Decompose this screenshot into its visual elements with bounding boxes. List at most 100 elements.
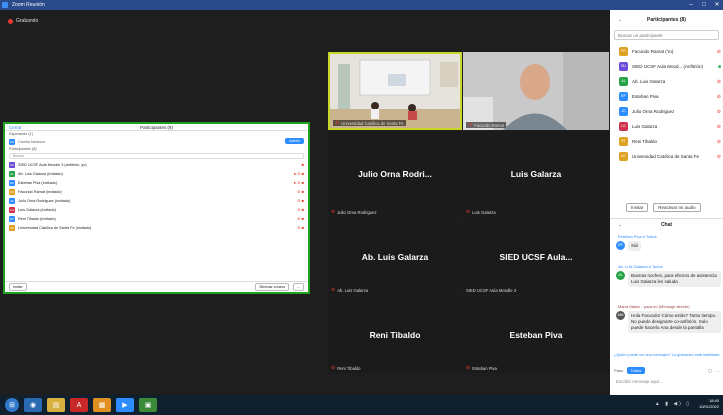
muted-mic-icon: ⊘ ■ (297, 216, 304, 221)
list-item[interactable]: UC Universidad Católica de Santa Fe (invi… (5, 223, 308, 232)
shared-search-input[interactable]: Buscar (9, 153, 304, 159)
video-tile[interactable]: Ab. Luis Galarza ⊘ Ab. Luis Galarza (328, 218, 462, 295)
list-item-label: Esteban Piva (632, 94, 659, 99)
chat-visibility-note[interactable]: ¿Quién puede ver sus mensajes? La grabac… (614, 353, 723, 357)
list-item-label: Reni Tibaldo (invitado) (18, 216, 56, 221)
video-tile-self[interactable]: ⊘ Facundo Ramat (463, 52, 609, 130)
list-item[interactable]: FR Facundo Ramat (Yo) ⊘ (610, 44, 723, 59)
chat-recipient-select[interactable]: Todos (626, 367, 646, 374)
list-item[interactable]: RT Reni Tibaldo (invitado) ⊘ ■ (5, 214, 308, 223)
list-item-label: Ab. Luis Galarza (632, 79, 666, 84)
participants-actions: Invitar Reactivar mi audio (610, 203, 723, 212)
participant-search-input[interactable]: Buscar un participante (614, 30, 719, 40)
shared-panel-title: Participantes (9) (140, 125, 173, 130)
muted-mic-icon: ● ⊘ ■ (293, 171, 304, 176)
avatar: CN (9, 138, 15, 145)
avatar: EP (9, 179, 15, 186)
shared-panel-close-link[interactable]: Cerrar (9, 124, 22, 131)
list-item[interactable]: FR Facundo Ramat (invitado) ⊘ ■ (5, 187, 308, 196)
video-icon: ■ (717, 63, 721, 70)
muted-mic-icon: ⊘ (716, 138, 721, 145)
list-item[interactable]: LG Luis Galarza ⊘ (610, 119, 723, 134)
list-item[interactable]: SU SIED UCSF Aula Mood... (Anfitrión) ■ (610, 59, 723, 74)
chat-title: Chat (660, 222, 673, 228)
video-tile-name: ⊘ Facundo Ramat (466, 122, 506, 128)
muted-mic-icon: ⊘ (466, 365, 471, 371)
avatar: EP (616, 241, 625, 250)
list-item-label: Reni Tibaldo (632, 139, 658, 144)
webcam-video-frame (463, 52, 609, 130)
more-options-button[interactable]: ... (293, 283, 304, 291)
avatar: LG (619, 122, 628, 131)
tile-display-name: Ab. Luis Galarza (361, 251, 429, 262)
list-item[interactable]: UC Universidad Católica de Santa Fe ⊘ (610, 149, 723, 164)
avatar: SU (9, 161, 15, 168)
list-item[interactable]: JO Julio Orna Rodriguez ⊘ (610, 104, 723, 119)
chat-message: María Marta... para mí (Mensaje directo)… (616, 304, 721, 333)
list-item[interactable]: JO Julio Orna Rodriguez (invitado) ⊘ ■ (5, 196, 308, 205)
minimize-icon[interactable]: – (685, 0, 697, 10)
waiting-row[interactable]: CN Camila Nardone Admitir (5, 137, 308, 146)
list-item[interactable]: AL Ab. Luis Galarza ⊘ (610, 74, 723, 89)
avatar: FR (619, 47, 628, 56)
app-icon[interactable]: ▣ (139, 398, 157, 412)
avatar: RT (9, 215, 15, 222)
window-titlebar: Zoom Reunión – □ ✕ (0, 0, 723, 10)
video-tile[interactable]: Esteban Piva ⊘ Esteban Piva (463, 296, 609, 373)
maximize-icon[interactable]: □ (698, 0, 710, 10)
video-tile-name: ⊘ Universidad Católica de Santa Fe (333, 120, 406, 126)
participant-list: FR Facundo Ramat (Yo) ⊘ SU SIED UCSF Aula M… (610, 44, 723, 164)
chevron-down-icon[interactable]: ⌄ (618, 219, 622, 231)
more-icon[interactable]: … (716, 368, 720, 373)
list-item[interactable]: RT Reni Tibaldo ⊘ (610, 134, 723, 149)
recording-label: Grabando (16, 18, 39, 24)
avatar: RT (619, 137, 628, 146)
list-item-label: Universidad Católica de Santa Fe (invita… (18, 225, 92, 230)
avatar: UC (9, 224, 15, 231)
video-tile[interactable]: SIED UCSF Aula... SIED UCSF Aula Moodle … (463, 218, 609, 295)
video-tile[interactable]: Reni Tibaldo ⊘ Reni Tibaldo (328, 296, 462, 373)
avatar: MM (616, 311, 625, 320)
close-icon[interactable]: ✕ (711, 0, 723, 10)
zoom-icon[interactable]: ▶ (116, 398, 134, 412)
chevron-down-icon[interactable]: ⌄ (618, 10, 622, 30)
muted-mic-icon: ⊘ ■ (297, 225, 304, 230)
muted-mic-icon: ⊘ (716, 108, 721, 115)
invite-button[interactable]: Invitar (626, 203, 649, 212)
video-tile[interactable]: Luis Galarza ⊘ Luis Galarza (463, 131, 609, 217)
list-item[interactable]: EP Esteban Piva (invitado) ● ⊘ ■ (5, 178, 308, 187)
tile-display-name: Julio Orna Rodri... (358, 169, 432, 179)
folder-icon[interactable]: ▤ (47, 398, 65, 412)
taskbar-clock[interactable]: 18:40 10/01/2022 (699, 398, 719, 410)
list-item[interactable]: SU SIED UCSF Aula Moodle 3 (anfitrión, yo… (5, 160, 308, 169)
muted-mic-icon: ⊘ (331, 365, 336, 371)
browser-icon[interactable]: ◉ (24, 398, 42, 412)
avatar: AL (619, 77, 628, 86)
avatar: EP (619, 92, 628, 101)
video-tile-active-speaker[interactable]: ⊘ Universidad Católica de Santa Fe (328, 52, 462, 130)
pdf-icon[interactable]: A (70, 398, 88, 412)
admit-button[interactable]: Admitir (285, 138, 304, 144)
file-icon[interactable]: ▢ (708, 368, 712, 373)
chat-to-label: Para: (614, 368, 624, 373)
chat-message-sender: Ab. Luis Galarza a Todos (618, 264, 663, 269)
files-icon[interactable]: ▦ (93, 398, 111, 412)
avatar: JO (619, 107, 628, 116)
start-icon[interactable]: ⊞ (5, 398, 19, 412)
recording-dot-icon (8, 18, 13, 24)
chat-message-text: Buenas noches, para efectos de asistenci… (628, 271, 721, 287)
clock-date: 10/01/2022 (698, 404, 719, 409)
chat-message: Esteban Piva a Todos EP Siiii (616, 234, 721, 251)
chat-input[interactable]: Escribir mensaje aquí... (616, 379, 663, 384)
avatar: LG (9, 206, 15, 213)
list-item[interactable]: EP Esteban Piva ⊘ (610, 89, 723, 104)
list-item[interactable]: AL Ab. Luis Galarza (invitado) ● ⊘ ■ (5, 169, 308, 178)
list-item[interactable]: LG Luis Galarza (invitado) ⊘ ■ (5, 205, 308, 214)
chat-message: Ab. Luis Galarza a Todos AL Buenas noches… (616, 264, 721, 287)
video-tile[interactable]: Julio Orna Rodri... ⊘ Julio Orna Rodrigue… (328, 131, 462, 217)
mute-all-button[interactable]: Silenciar a todos (255, 283, 290, 291)
system-tray[interactable]: ▲ ▮ ◀) ▯ (655, 401, 691, 407)
shared-invite-button[interactable]: Invitar (9, 283, 27, 291)
muted-mic-icon: ⊘ ■ (297, 198, 304, 203)
unmute-button[interactable]: Reactivar mi audio (653, 203, 701, 212)
